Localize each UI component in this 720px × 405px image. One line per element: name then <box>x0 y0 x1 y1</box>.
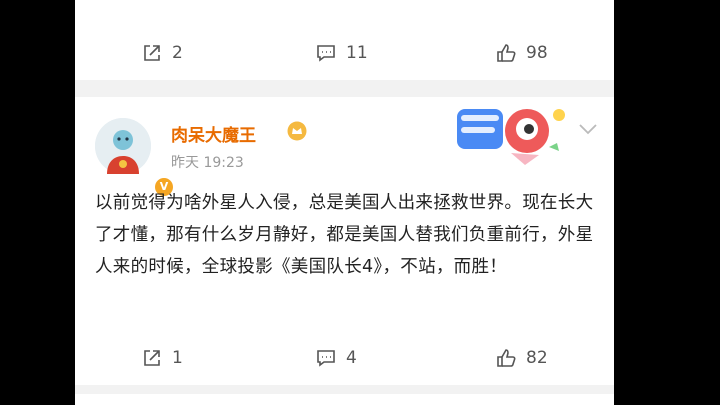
like-icon <box>497 349 516 367</box>
share-icon <box>144 350 160 366</box>
comment-count: 4 <box>346 348 357 368</box>
comment-count: 11 <box>346 43 368 63</box>
share-button[interactable]: 1 <box>141 343 183 373</box>
crown-icon <box>287 121 307 141</box>
previous-post-card: 2 11 98 <box>75 0 614 80</box>
comment-button[interactable]: 11 <box>315 38 368 68</box>
post-actions: 1 4 82 <box>75 343 614 373</box>
comment-icon <box>317 45 335 62</box>
share-button[interactable]: 2 <box>141 38 183 68</box>
avatar[interactable]: V <box>95 118 175 198</box>
like-button[interactable]: 98 <box>495 38 548 68</box>
post-username[interactable]: 肉呆大魔王 <box>171 121 256 146</box>
share-icon <box>144 45 160 61</box>
previous-post-actions: 2 11 98 <box>75 38 614 68</box>
comment-icon <box>317 350 335 367</box>
share-count: 2 <box>172 43 183 63</box>
post-card: V 肉呆大魔王 昨天 19:23 以前觉得为啥外星人入侵，总是美国人出来拯救世界… <box>75 97 614 385</box>
like-button[interactable]: 82 <box>495 343 548 373</box>
avatar-image <box>95 118 151 174</box>
post-content: 以前觉得为啥外星人入侵，总是美国人出来拯救世界。现在长大了才懂，那有什么岁月静好… <box>95 193 594 277</box>
comment-button[interactable]: 4 <box>315 343 357 373</box>
like-count: 82 <box>526 348 548 368</box>
post-time: 昨天 19:23 <box>171 155 244 171</box>
like-icon <box>497 44 516 62</box>
phone-screen: 2 11 98 V 肉呆大魔王 昨天 19:23 以前觉得为啥外星人入侵，总是美… <box>75 0 614 405</box>
share-count: 1 <box>172 348 183 368</box>
like-count: 98 <box>526 43 548 63</box>
chevron-down-icon[interactable] <box>577 121 599 137</box>
decorative-sticker <box>457 109 565 165</box>
next-post-card <box>75 394 614 405</box>
